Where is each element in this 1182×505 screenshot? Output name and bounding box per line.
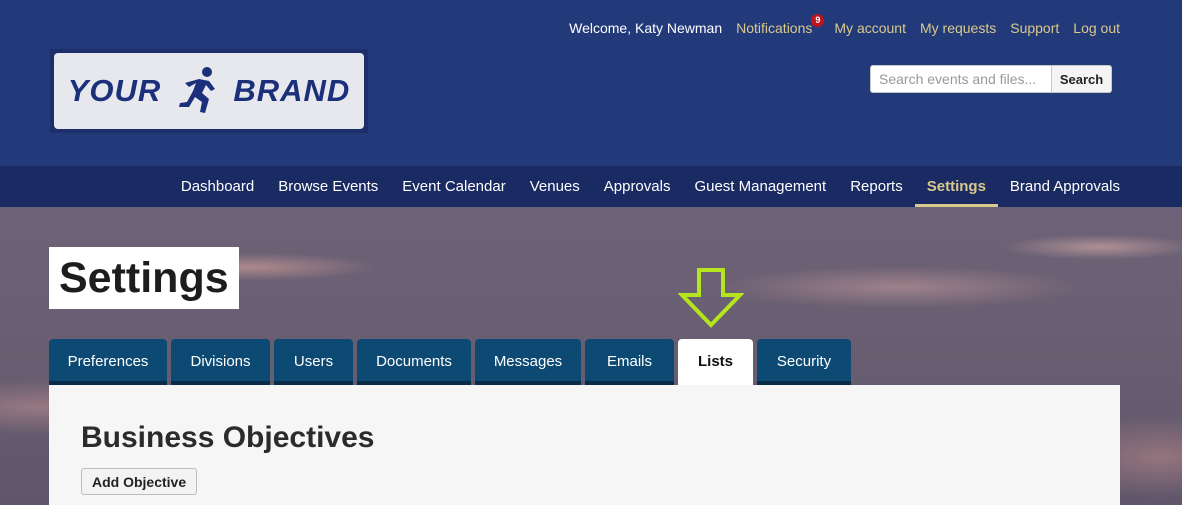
content-panel: Business Objectives Add Objective — [49, 385, 1120, 505]
settings-tabs: Preferences Divisions Users Documents Me… — [49, 339, 851, 385]
tab-documents[interactable]: Documents — [357, 339, 471, 385]
notifications-link[interactable]: Notifications 9 — [736, 14, 825, 36]
user-bar: Welcome, Katy Newman Notifications 9 My … — [569, 14, 1120, 36]
section-title: Business Objectives — [81, 421, 375, 454]
notifications-badge: 9 — [811, 14, 825, 27]
nav-item-event-calendar[interactable]: Event Calendar — [390, 166, 517, 207]
nav-item-reports[interactable]: Reports — [838, 166, 915, 207]
logo-inner: YOUR BRAND — [54, 53, 364, 129]
nav-items: Dashboard Browse Events Event Calendar V… — [169, 166, 1120, 207]
notifications-label: Notifications — [736, 20, 813, 36]
search-input[interactable] — [870, 65, 1052, 93]
search-button[interactable]: Search — [1052, 65, 1112, 93]
add-objective-button[interactable]: Add Objective — [81, 468, 198, 495]
nav-item-brand-approvals[interactable]: Brand Approvals — [998, 166, 1120, 207]
nav-item-dashboard[interactable]: Dashboard — [169, 166, 266, 207]
runner-icon — [179, 67, 216, 113]
tab-users[interactable]: Users — [274, 339, 353, 385]
support-link[interactable]: Support — [1010, 20, 1059, 36]
nav-item-guest-management[interactable]: Guest Management — [682, 166, 838, 207]
my-account-link[interactable]: My account — [834, 20, 906, 36]
header: YOUR BRAND Welcome, Katy Newman Notifica… — [0, 0, 1182, 166]
log-out-link[interactable]: Log out — [1073, 20, 1120, 36]
logo-text-right: BRAND — [233, 73, 351, 108]
down-arrow-icon — [678, 268, 744, 328]
tab-lists[interactable]: Lists — [678, 339, 753, 385]
tab-preferences[interactable]: Preferences — [49, 339, 167, 385]
nav-item-settings[interactable]: Settings — [914, 166, 999, 207]
page-title: Settings — [49, 247, 239, 309]
tab-divisions[interactable]: Divisions — [171, 339, 270, 385]
tab-security[interactable]: Security — [757, 339, 851, 385]
nav-item-approvals[interactable]: Approvals — [592, 166, 683, 207]
my-requests-link[interactable]: My requests — [920, 20, 996, 36]
tab-emails[interactable]: Emails — [585, 339, 674, 385]
brand-logo[interactable]: YOUR BRAND — [50, 49, 368, 133]
nav-item-browse-events[interactable]: Browse Events — [266, 166, 390, 207]
tab-messages[interactable]: Messages — [475, 339, 581, 385]
logo-text-left: YOUR — [67, 73, 162, 108]
nav-item-venues[interactable]: Venues — [518, 166, 592, 207]
main-nav: Dashboard Browse Events Event Calendar V… — [0, 166, 1182, 207]
search-form: Search — [870, 65, 1112, 93]
welcome-text: Welcome, Katy Newman — [569, 20, 723, 36]
